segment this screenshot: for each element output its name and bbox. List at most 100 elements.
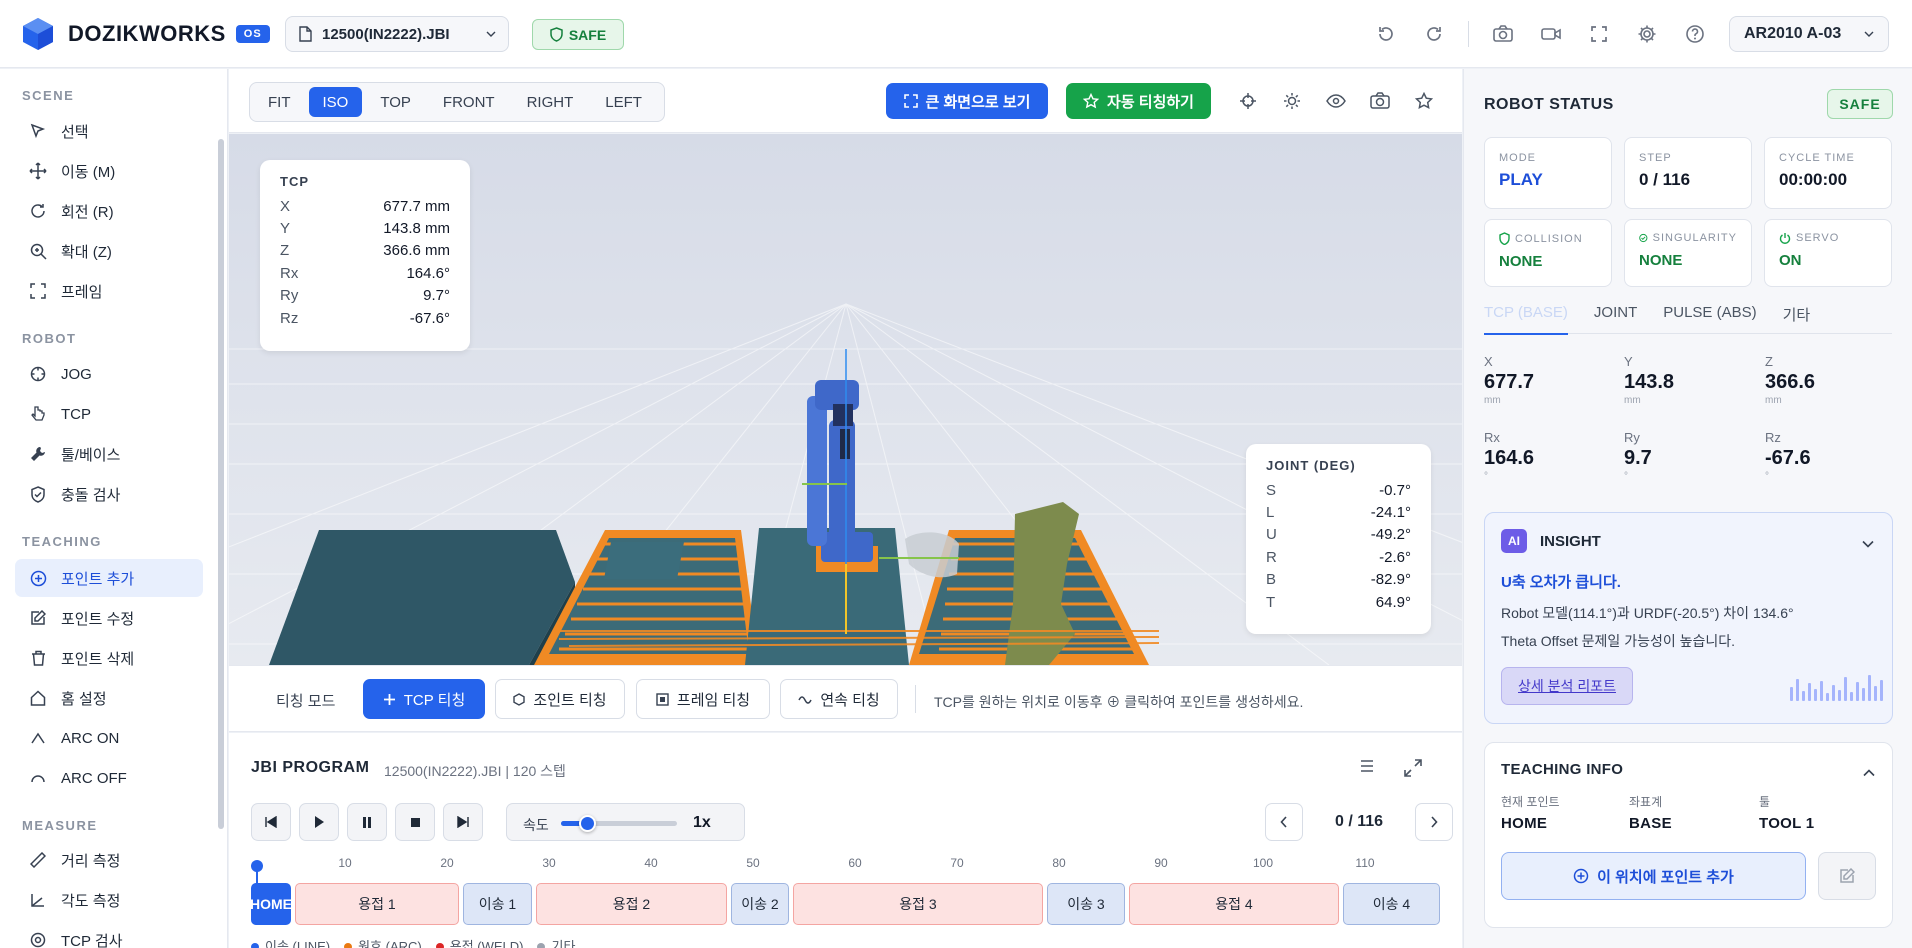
sidebar-item-move[interactable]: 이동 (M) — [15, 152, 203, 190]
3d-viewport[interactable]: TCP X 677.7 mm Y 143.8 mm Z 366.6 mm Rx 164.… — [229, 134, 1462, 665]
pos-key: X — [1484, 354, 1493, 369]
sidebar-item-delete-point[interactable]: 포인트 삭제 — [15, 639, 203, 677]
tcp-row-rz: Rz -67.6° — [280, 307, 450, 329]
joint-key: U — [1266, 526, 1277, 544]
ai-badge: AI — [1501, 529, 1527, 553]
tab-other[interactable]: 기타 — [1783, 304, 1811, 334]
sidebar-item-rotate[interactable]: 회전 (R) — [15, 192, 203, 230]
edit-point-button[interactable] — [1818, 852, 1876, 900]
frame-teach-button[interactable]: 프레임 티칭 — [636, 679, 770, 719]
favorite-star-icon[interactable] — [1412, 89, 1436, 113]
timeline-tick: 80 — [1052, 856, 1066, 870]
segment-weld-2[interactable]: 용접 2 — [536, 883, 727, 925]
list-icon[interactable] — [1360, 759, 1374, 780]
pos-unit: mm — [1484, 395, 1501, 406]
segment-move-1[interactable]: 이송 1 — [463, 883, 532, 925]
pause-button[interactable] — [347, 803, 387, 841]
speed-slider-knob[interactable] — [578, 815, 596, 832]
segment-home[interactable]: HOME — [250, 883, 292, 925]
segment-weld-4[interactable]: 용접 4 — [1129, 883, 1339, 925]
sidebar-item-tcp-check[interactable]: TCP 검사 — [15, 921, 203, 948]
redo-icon[interactable] — [1420, 20, 1448, 48]
segment-move-4[interactable]: 이송 4 — [1343, 883, 1440, 925]
tab-fit[interactable]: FIT — [254, 87, 305, 117]
segment-weld-1[interactable]: 용접 1 — [295, 883, 459, 925]
sun-icon[interactable] — [1280, 89, 1304, 113]
chevron-down-icon[interactable] — [1862, 535, 1874, 551]
sidebar-item-arc-on[interactable]: ARC ON — [15, 719, 203, 757]
teach-mode-label: 티칭 모드 — [276, 693, 336, 710]
big-view-button[interactable]: 큰 화면으로 보기 — [886, 83, 1048, 119]
speed-slider[interactable] — [561, 815, 677, 832]
insight-sparkline — [1790, 673, 1883, 701]
skip-to-start-button[interactable] — [251, 803, 291, 841]
tab-left[interactable]: LEFT — [591, 87, 656, 117]
prev-step-button[interactable] — [1265, 803, 1303, 841]
next-step-button[interactable] — [1415, 803, 1453, 841]
tab-joint[interactable]: JOINT — [1594, 304, 1637, 334]
sidebar-item-collision[interactable]: 충돌 검사 — [15, 475, 203, 513]
tab-top[interactable]: TOP — [366, 87, 425, 117]
play-button[interactable] — [299, 803, 339, 841]
auto-teach-button[interactable]: 자동 티칭하기 — [1066, 83, 1211, 119]
tab-iso[interactable]: ISO — [308, 87, 363, 117]
add-point-here-button[interactable]: 이 위치에 포인트 추가 — [1501, 852, 1806, 900]
snapshot-icon[interactable] — [1368, 89, 1392, 113]
video-icon[interactable] — [1537, 20, 1565, 48]
joint-row-b: B -82.9° — [1266, 569, 1411, 591]
skip-to-end-button[interactable] — [443, 803, 483, 841]
file-select[interactable]: 12500(IN2222).JBI — [285, 16, 509, 52]
tab-right[interactable]: RIGHT — [513, 87, 588, 117]
tcp-teach-button[interactable]: TCP 티칭 — [363, 679, 485, 719]
tab-front[interactable]: FRONT — [429, 87, 509, 117]
sidebar-scrollbar[interactable] — [218, 139, 224, 829]
sidebar-item-frame[interactable]: 프레임 — [15, 272, 203, 310]
detail-report-button[interactable]: 상세 분석 리포트 — [1501, 667, 1633, 705]
camera-icon[interactable] — [1489, 20, 1517, 48]
crosshair-icon[interactable] — [1236, 89, 1260, 113]
timeline-tick: 90 — [1154, 856, 1168, 870]
eye-icon[interactable] — [1324, 89, 1348, 113]
sidebar-item-angle[interactable]: 각도 측정 — [15, 881, 203, 919]
segment-weld-3[interactable]: 용접 3 — [793, 883, 1043, 925]
sidebar-item-distance[interactable]: 거리 측정 — [15, 841, 203, 879]
stat-value: NONE — [1639, 252, 1683, 269]
gear-icon[interactable] — [1633, 20, 1661, 48]
chevron-down-icon — [1864, 31, 1874, 37]
pos-unit: ° — [1484, 471, 1488, 482]
sidebar-item-home[interactable]: 홈 설정 — [15, 679, 203, 717]
ai-insight-card: AI INSIGHT U축 오차가 큽니다. Robot 모델(114.1°)과… — [1484, 512, 1893, 724]
sidebar-item-jog[interactable]: JOG — [15, 355, 203, 393]
tab-pulse[interactable]: PULSE (ABS) — [1663, 304, 1756, 334]
undo-icon[interactable] — [1372, 20, 1400, 48]
timeline-playhead[interactable] — [251, 860, 263, 872]
sidebar-item-select[interactable]: 선택 — [15, 112, 203, 150]
joint-row-r: R -2.6° — [1266, 546, 1411, 568]
sidebar-item-add-point[interactable]: 포인트 추가 — [15, 559, 203, 597]
maximize-icon[interactable] — [1404, 759, 1422, 780]
joint-teach-button[interactable]: 조인트 티칭 — [495, 679, 625, 719]
sidebar-item-zoom[interactable]: 확대 (Z) — [15, 232, 203, 270]
sidebar-item-edit-point[interactable]: 포인트 수정 — [15, 599, 203, 637]
sidebar-item-tcp[interactable]: TCP — [15, 395, 203, 433]
continuous-teach-button[interactable]: 연속 티칭 — [780, 679, 898, 719]
fullscreen-icon[interactable] — [1585, 20, 1613, 48]
sidebar-item-arc-off[interactable]: ARC OFF — [15, 759, 203, 797]
pos-rz: Rz -67.6 ° — [1765, 430, 1895, 482]
skip-forward-icon — [457, 816, 469, 828]
joint-value: -24.1° — [1370, 504, 1411, 522]
stat-label: CYCLE TIME — [1779, 152, 1855, 164]
chevron-up-icon[interactable] — [1863, 764, 1875, 780]
servo-label: SERVO — [1796, 232, 1840, 244]
help-icon[interactable] — [1681, 20, 1709, 48]
timeline-tick: 60 — [848, 856, 862, 870]
big-view-label: 큰 화면으로 보기 — [925, 93, 1031, 111]
ti-value: TOOL 1 — [1759, 815, 1815, 832]
legend-other: 기타 — [537, 936, 575, 948]
segment-move-2[interactable]: 이송 2 — [731, 883, 789, 925]
sidebar-item-tool-base[interactable]: 툴/베이스 — [15, 435, 203, 473]
stop-button[interactable] — [395, 803, 435, 841]
segment-move-3[interactable]: 이송 3 — [1047, 883, 1125, 925]
tab-tcp-base[interactable]: TCP (BASE) — [1484, 304, 1568, 335]
robot-select[interactable]: AR2010 A-03 — [1729, 16, 1889, 52]
